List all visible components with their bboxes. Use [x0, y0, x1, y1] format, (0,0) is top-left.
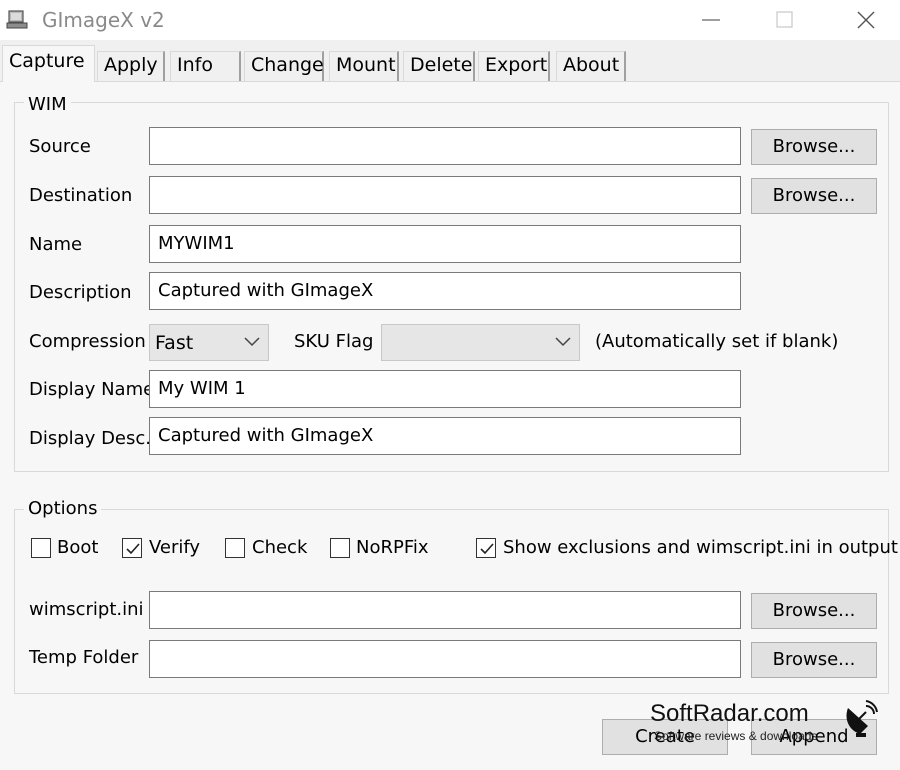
maximize-icon	[776, 11, 793, 28]
tab-apply[interactable]: Apply	[97, 51, 165, 81]
temp-folder-label: Temp Folder	[29, 647, 139, 668]
temp-folder-input[interactable]	[149, 640, 741, 678]
title-bar: GImageX v2	[0, 0, 900, 40]
destination-input[interactable]	[149, 176, 741, 214]
minimize-button[interactable]	[688, 0, 734, 40]
close-button[interactable]	[843, 0, 889, 40]
tab-delete[interactable]: Delete	[403, 51, 475, 81]
watermark-main-text: SoftRadar.com	[650, 700, 809, 727]
wimscript-label: wimscript.ini	[29, 599, 144, 620]
display-name-label: Display Name	[29, 379, 155, 400]
compression-select[interactable]: Fast	[149, 324, 269, 361]
destination-browse-button[interactable]: Browse...	[751, 178, 877, 214]
compression-value: Fast	[155, 332, 194, 354]
check-checkbox-label: Check	[252, 537, 308, 558]
close-icon	[857, 11, 875, 29]
name-label: Name	[29, 234, 83, 255]
tab-export[interactable]: Export	[478, 51, 550, 81]
wimscript-input[interactable]	[149, 591, 741, 629]
check-checkbox[interactable]	[225, 538, 245, 558]
tab-strip: Apply Info Change Mount Delete Export Ab…	[0, 45, 900, 82]
show-exclusions-checkbox-label: Show exclusions and wimscript.ini in out…	[503, 537, 898, 558]
source-browse-button[interactable]: Browse...	[751, 129, 877, 165]
description-input[interactable]: Captured with GImageX	[149, 272, 741, 310]
norpfix-checkbox[interactable]	[330, 538, 350, 558]
app-icon	[6, 10, 28, 29]
show-exclusions-checkbox[interactable]	[476, 538, 496, 558]
chevron-down-icon	[555, 337, 571, 347]
destination-label: Destination	[29, 185, 133, 206]
boot-checkbox-label: Boot	[57, 537, 99, 558]
boot-checkbox[interactable]	[31, 538, 51, 558]
wim-group-title: WIM	[24, 94, 71, 115]
radar-dish-icon	[846, 700, 878, 737]
tab-mount[interactable]: Mount	[329, 51, 399, 81]
sku-flag-select[interactable]	[381, 324, 580, 361]
chevron-down-icon	[244, 337, 260, 347]
display-name-input[interactable]: My WIM 1	[149, 370, 741, 408]
compression-label: Compression	[29, 331, 146, 352]
verify-checkbox-label: Verify	[149, 537, 201, 558]
window-title: GImageX v2	[42, 8, 165, 32]
display-desc-label: Display Desc.	[29, 428, 152, 449]
checkmark-icon	[480, 543, 494, 555]
temp-folder-browse-button[interactable]: Browse...	[751, 642, 877, 678]
capture-panel: WIM Source Browse... Destination Browse.…	[0, 81, 900, 770]
display-desc-input[interactable]: Captured with GImageX	[149, 417, 741, 455]
minimize-icon	[702, 19, 720, 21]
checkmark-icon	[126, 543, 140, 555]
tab-change[interactable]: Change	[244, 51, 324, 81]
sku-flag-label: SKU Flag	[294, 331, 374, 352]
softradar-watermark: SoftRadar.com Software reviews & downloa…	[648, 700, 878, 760]
description-label: Description	[29, 282, 132, 303]
source-input[interactable]	[149, 127, 741, 165]
maximize-button[interactable]	[762, 0, 808, 40]
tab-info[interactable]: Info	[170, 51, 241, 81]
tab-capture[interactable]: Capture	[2, 45, 95, 82]
norpfix-checkbox-label: NoRPFix	[356, 537, 429, 558]
options-group-title: Options	[24, 498, 102, 519]
wimscript-browse-button[interactable]: Browse...	[751, 593, 877, 629]
name-input[interactable]: MYWIM1	[149, 225, 741, 263]
sku-flag-hint: (Automatically set if blank)	[595, 331, 839, 352]
verify-checkbox[interactable]	[122, 538, 142, 558]
source-label: Source	[29, 136, 91, 157]
watermark-sub-text: Software reviews & downloads	[654, 729, 818, 743]
tab-about[interactable]: About	[556, 51, 626, 81]
